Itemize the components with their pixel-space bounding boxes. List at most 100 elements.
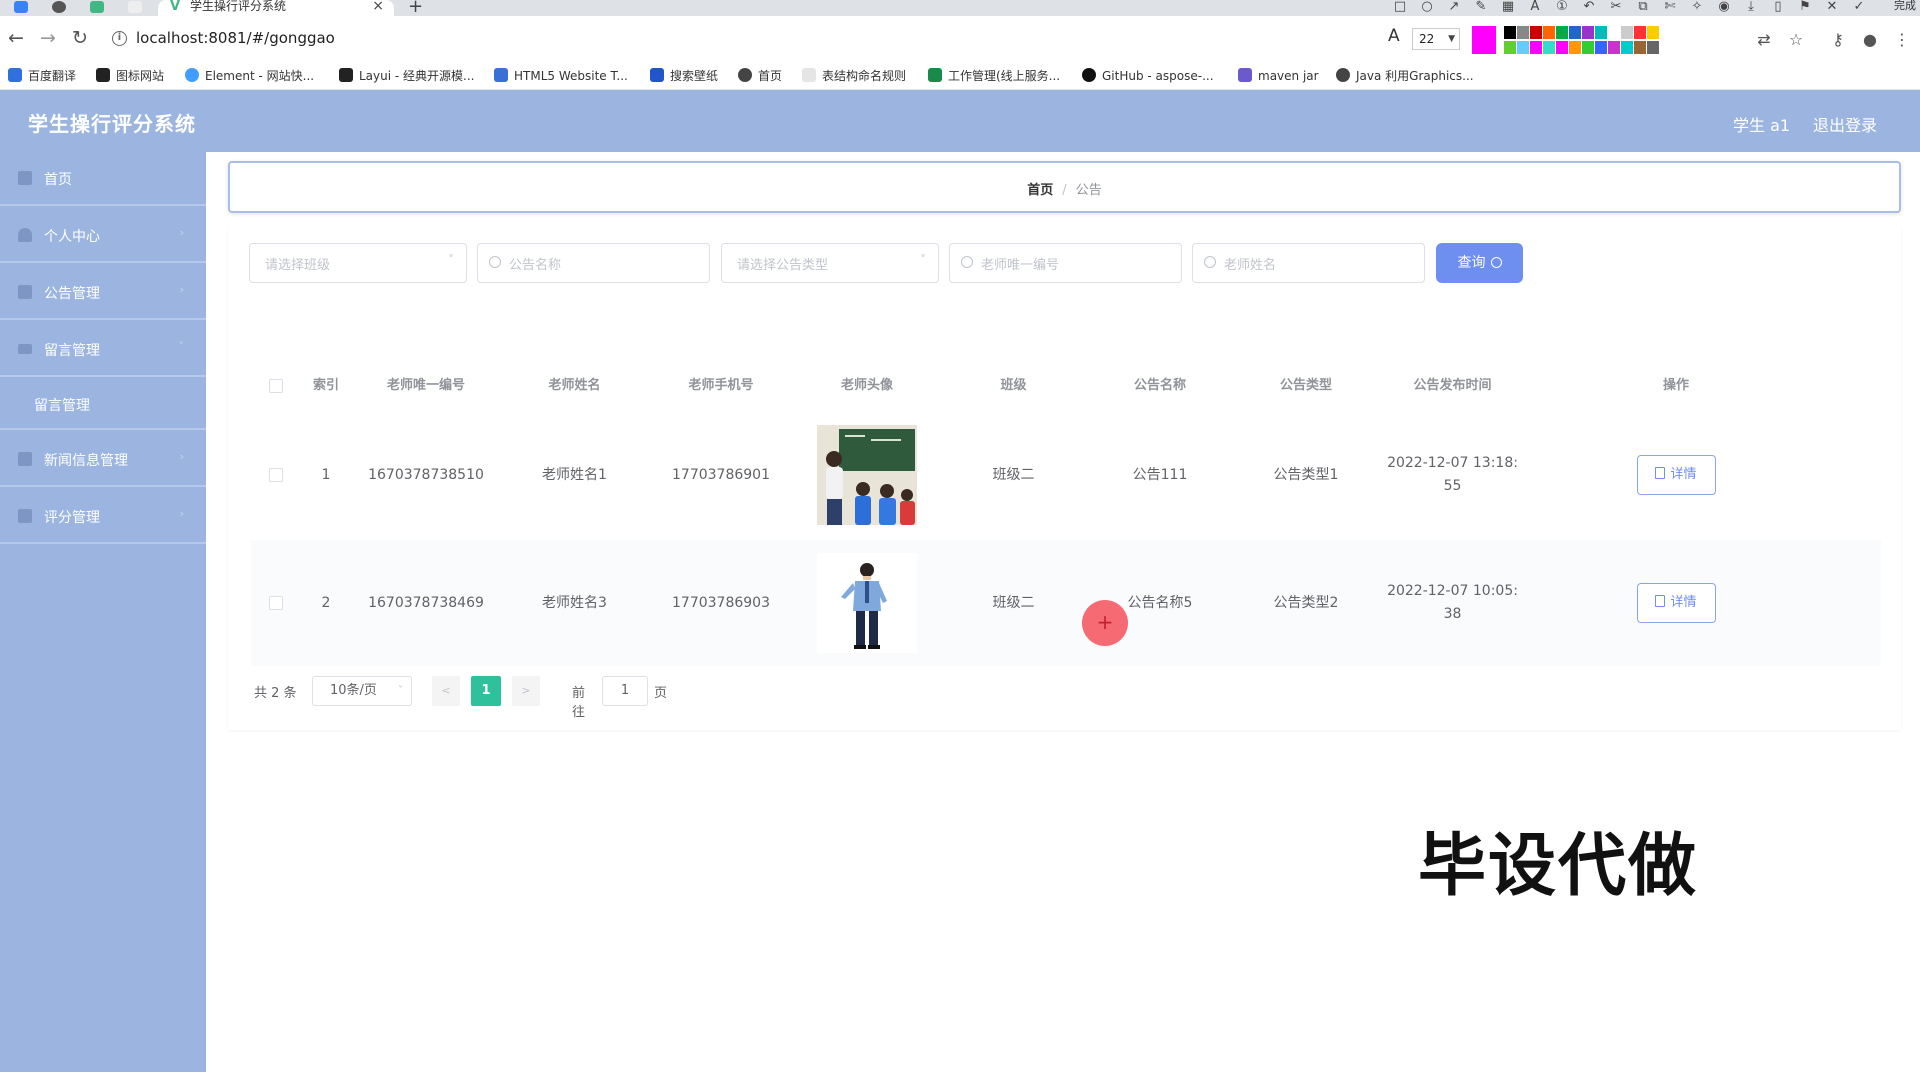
- page-number-current[interactable]: 1: [471, 676, 501, 706]
- color-swatch[interactable]: [1608, 41, 1620, 54]
- query-button[interactable]: 查询: [1436, 243, 1523, 283]
- teacher-name-input[interactable]: 老师姓名: [1192, 243, 1425, 283]
- bookmark-icon[interactable]: ⚑: [1797, 0, 1813, 14]
- current-user[interactable]: 学生 a1: [1733, 112, 1790, 136]
- translate-icon[interactable]: ⇄: [1754, 30, 1774, 50]
- current-color-swatch[interactable]: [1472, 26, 1496, 54]
- bookmark-item[interactable]: maven jar: [1238, 67, 1319, 85]
- sidebar-subitem-messages[interactable]: 留言管理: [0, 380, 206, 430]
- color-swatch[interactable]: [1582, 41, 1594, 54]
- bookmark-item[interactable]: Java 利用Graphics...: [1336, 67, 1474, 85]
- pinned-tab-3[interactable]: [84, 0, 110, 16]
- color-swatch[interactable]: [1634, 26, 1646, 39]
- copy-icon[interactable]: ⧉: [1635, 0, 1651, 14]
- reload-icon[interactable]: ↻: [68, 27, 92, 51]
- table-row[interactable]: 1 1670378738510 老师姓名1 17703786901 班级二 公告…: [251, 412, 1881, 538]
- color-swatch[interactable]: [1504, 26, 1516, 39]
- detail-button[interactable]: 详情: [1636, 455, 1716, 495]
- prev-page-button[interactable]: <: [432, 676, 460, 706]
- info-icon[interactable]: i: [112, 31, 127, 46]
- address-bar[interactable]: i localhost:8081/#/gonggao: [108, 21, 1388, 57]
- color-swatch[interactable]: [1530, 26, 1542, 39]
- bookmark-item[interactable]: Element - 网站快...: [185, 67, 314, 85]
- key-icon[interactable]: ⚷: [1828, 30, 1848, 50]
- pen-tool-icon[interactable]: ✎: [1473, 0, 1489, 14]
- bookmark-item[interactable]: 图标网站: [96, 67, 164, 85]
- detail-button[interactable]: 详情: [1636, 583, 1716, 623]
- pinned-tab-4[interactable]: [122, 0, 148, 16]
- arrow-tool-icon[interactable]: ↗: [1446, 0, 1462, 14]
- bookmark-item[interactable]: Layui - 经典开源模...: [339, 67, 474, 85]
- teacher-avatar[interactable]: [817, 553, 917, 653]
- save-icon[interactable]: ▯: [1770, 0, 1786, 14]
- bookmark-item[interactable]: 表结构命名规则: [802, 67, 906, 85]
- teacher-avatar[interactable]: [817, 425, 917, 525]
- pinned-tab-2[interactable]: [46, 0, 72, 16]
- bookmark-item[interactable]: 百度翻译: [8, 67, 76, 85]
- menu-icon[interactable]: ⋮: [1892, 30, 1912, 50]
- color-swatch[interactable]: [1621, 41, 1633, 54]
- color-swatch[interactable]: [1530, 41, 1542, 54]
- notice-name-input[interactable]: 公告名称: [477, 243, 710, 283]
- color-swatch[interactable]: [1595, 26, 1607, 39]
- bookmark-item[interactable]: 工作管理(线上服务...: [928, 67, 1060, 85]
- text-tool-icon[interactable]: A: [1527, 0, 1543, 14]
- breadcrumb-home[interactable]: 首页: [1027, 183, 1053, 198]
- mosaic-tool-icon[interactable]: ▦: [1500, 0, 1516, 14]
- sidebar-item-notices[interactable]: 公告管理 ›: [0, 266, 206, 320]
- color-swatch[interactable]: [1543, 26, 1555, 39]
- download-icon[interactable]: ⤓: [1743, 0, 1759, 14]
- goto-page-input[interactable]: 1: [602, 676, 648, 706]
- select-all-checkbox[interactable]: [269, 379, 283, 393]
- rectangle-tool-icon[interactable]: □: [1392, 0, 1408, 14]
- sidebar-item-home[interactable]: 首页: [0, 152, 206, 206]
- color-swatch[interactable]: [1556, 26, 1568, 39]
- color-swatch[interactable]: [1634, 41, 1646, 54]
- color-swatch[interactable]: [1569, 41, 1581, 54]
- bookmark-item[interactable]: HTML5 Website T...: [494, 67, 628, 85]
- color-swatch[interactable]: [1556, 41, 1568, 54]
- star-icon[interactable]: ☆: [1786, 30, 1806, 50]
- next-page-button[interactable]: >: [512, 676, 540, 706]
- close-icon[interactable]: ✕: [1824, 0, 1840, 14]
- class-select[interactable]: 请选择班级 ˅: [249, 243, 467, 283]
- circle-tool-icon[interactable]: ○: [1419, 0, 1435, 14]
- close-tab-icon[interactable]: ×: [372, 0, 384, 14]
- row-checkbox[interactable]: [269, 596, 283, 610]
- scissors-icon[interactable]: ✄: [1662, 0, 1678, 14]
- tool-done-label[interactable]: 完成: [1894, 0, 1916, 12]
- check-icon[interactable]: ✓: [1851, 0, 1867, 14]
- profile-icon[interactable]: ●: [1860, 30, 1880, 50]
- active-tab[interactable]: V 学生操行评分系统 ×: [158, 0, 394, 16]
- row-checkbox[interactable]: [269, 468, 283, 482]
- sidebar-item-profile[interactable]: 个人中心 ›: [0, 209, 206, 263]
- bookmark-item[interactable]: GitHub - aspose-...: [1082, 67, 1214, 85]
- logout-link[interactable]: 退出登录: [1813, 112, 1877, 136]
- forward-icon[interactable]: →: [36, 27, 60, 51]
- number-tool-icon[interactable]: ①: [1554, 0, 1570, 14]
- font-size-select[interactable]: 22 ▼: [1412, 28, 1460, 50]
- teacher-id-input[interactable]: 老师唯一编号: [949, 243, 1182, 283]
- color-swatch[interactable]: [1595, 41, 1607, 54]
- color-swatch[interactable]: [1582, 26, 1594, 39]
- color-swatch[interactable]: [1517, 26, 1529, 39]
- sidebar-item-messages[interactable]: 留言管理 ˅: [0, 323, 206, 377]
- cut-icon[interactable]: ✂: [1608, 0, 1624, 14]
- color-swatch[interactable]: [1647, 41, 1659, 54]
- page-size-select[interactable]: 10条/页 ˅: [312, 676, 412, 706]
- pin-icon[interactable]: ✧: [1689, 0, 1705, 14]
- notice-type-select[interactable]: 请选择公告类型 ˅: [721, 243, 939, 283]
- undo-icon[interactable]: ↶: [1581, 0, 1597, 14]
- url-text[interactable]: localhost:8081/#/gonggao: [136, 29, 335, 47]
- sidebar-item-scores[interactable]: 评分管理 ›: [0, 490, 206, 544]
- color-swatch[interactable]: [1517, 41, 1529, 54]
- pinned-tab-1[interactable]: [8, 0, 34, 16]
- record-icon[interactable]: ◉: [1716, 0, 1732, 14]
- back-icon[interactable]: ←: [4, 27, 28, 51]
- bookmark-item[interactable]: 搜索壁纸: [650, 67, 718, 85]
- font-tool-icon[interactable]: A: [1388, 26, 1400, 46]
- color-swatch[interactable]: [1608, 26, 1620, 39]
- bookmark-item[interactable]: 首页: [738, 67, 782, 85]
- color-swatch[interactable]: [1621, 26, 1633, 39]
- table-row[interactable]: 2 1670378738469 老师姓名3 17703786903 班级二 公告…: [251, 540, 1881, 666]
